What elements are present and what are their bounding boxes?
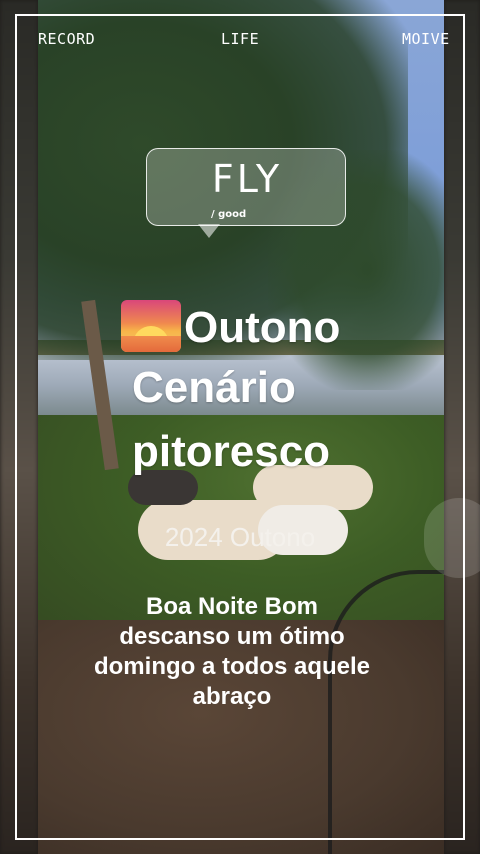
year-caption: 2024 Outono (164, 522, 316, 552)
message-text: Boa Noite Bom descanso um ótimo domingo … (93, 593, 370, 710)
heading-line-2: Cenário (132, 363, 296, 412)
label-life: LIFE (221, 30, 260, 48)
speech-bubble: FLY / good (146, 148, 346, 226)
heading-line-1: Outono (184, 303, 341, 352)
bubble-subtitle: / good (211, 209, 247, 220)
sunset-icon (121, 300, 181, 352)
label-moive: MOIVE (402, 30, 450, 48)
floating-handle[interactable] (424, 498, 480, 578)
sea-shape (121, 336, 181, 352)
heading-line-3: pitoresco (132, 427, 331, 476)
bubble-title: FLY (211, 157, 283, 201)
label-record: RECORD (38, 30, 96, 48)
speech-bubble-tail (198, 224, 220, 238)
